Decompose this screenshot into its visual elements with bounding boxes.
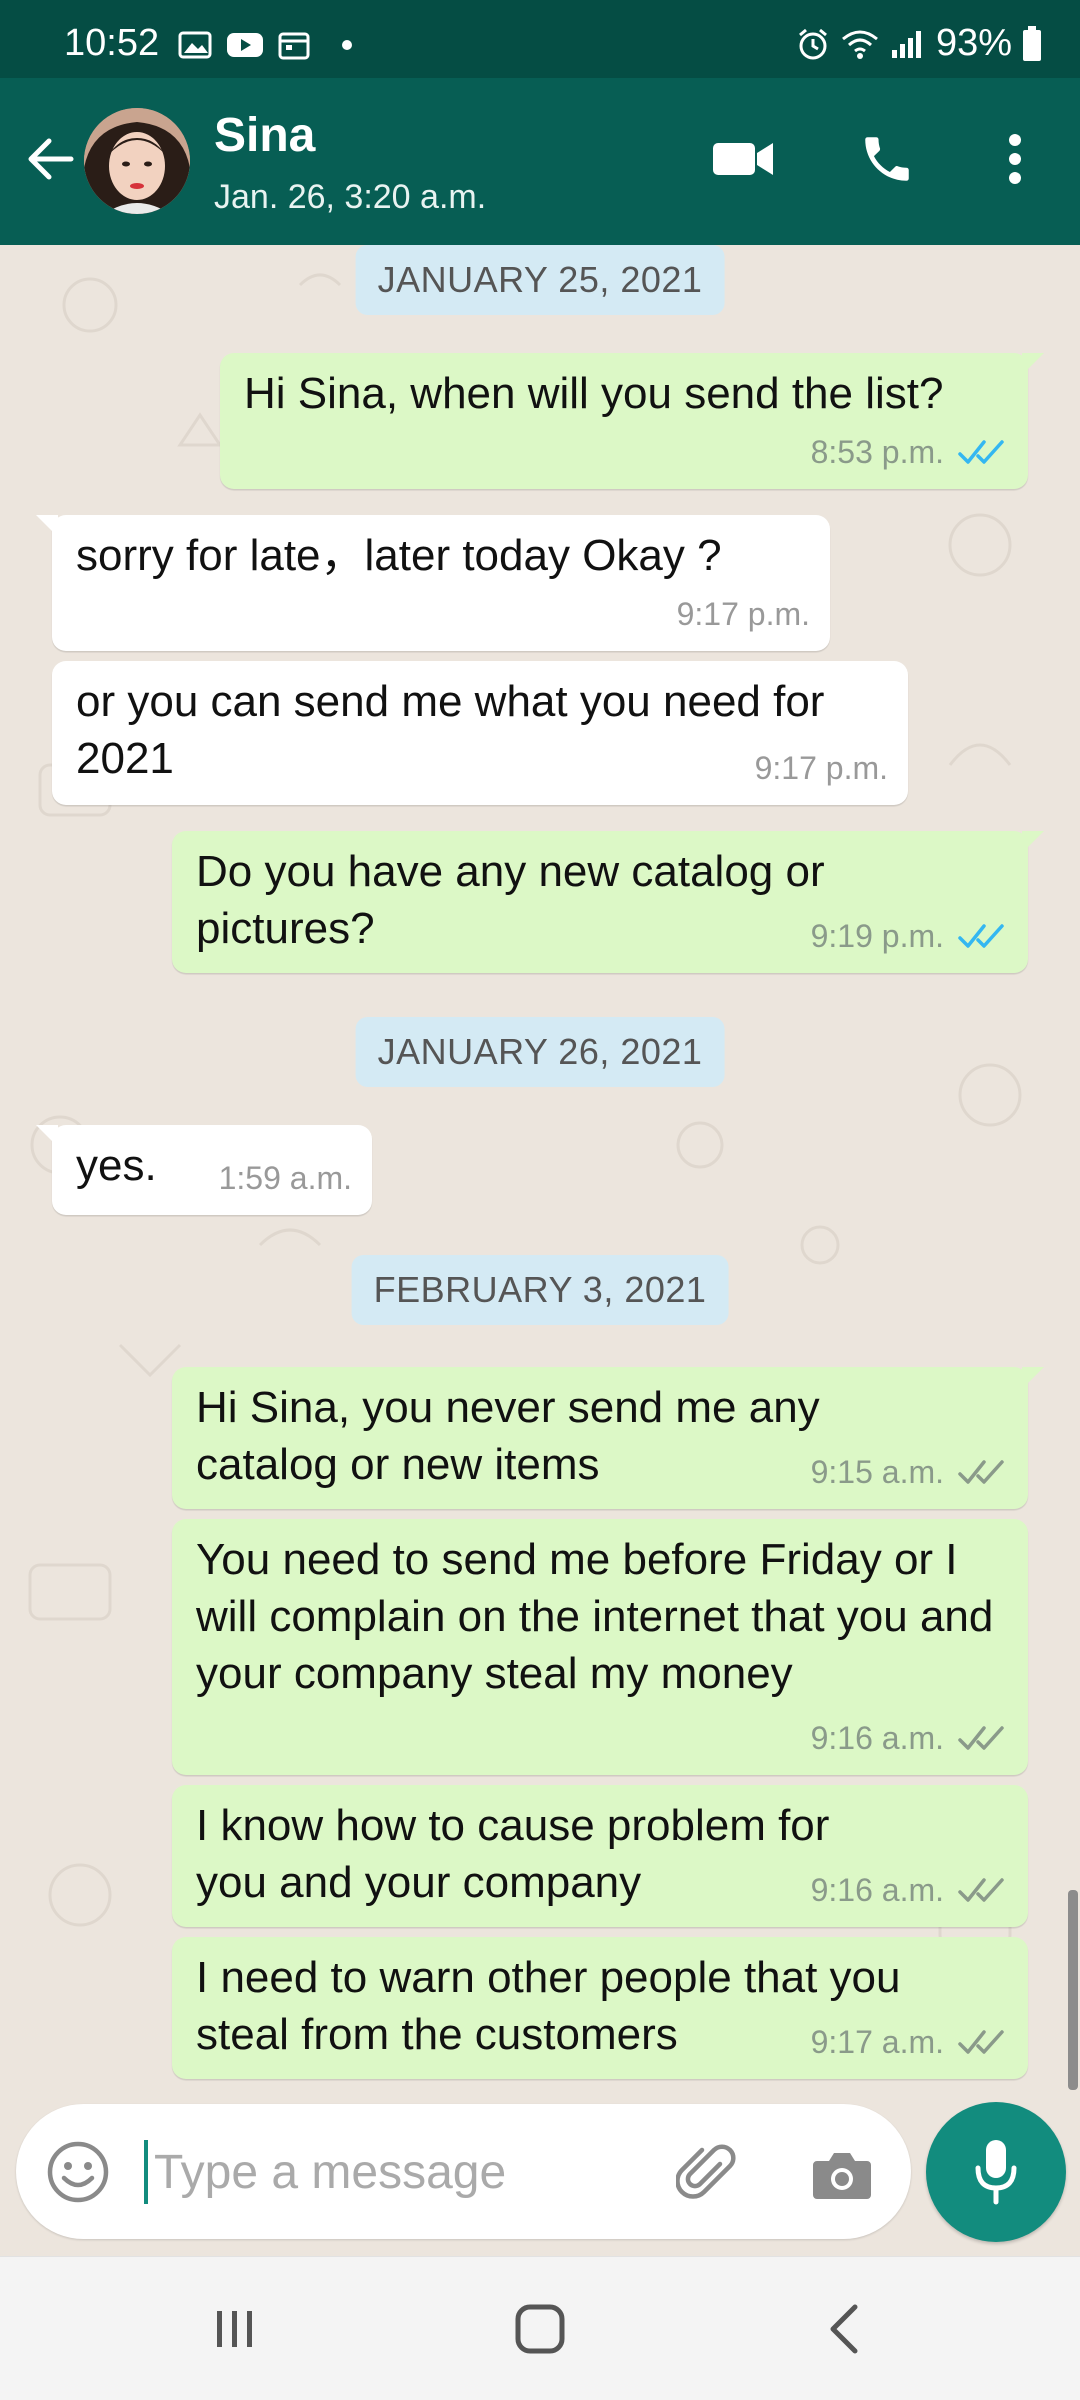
message-input[interactable] <box>154 2134 534 2210</box>
message-time: 8:53 p.m. <box>810 434 944 470</box>
phone-icon <box>865 137 909 181</box>
read-ticks-icon <box>958 439 1004 464</box>
youtube-icon <box>227 33 263 57</box>
home-icon <box>515 2304 565 2354</box>
calendar-icon <box>278 32 310 60</box>
date-divider: JANUARY 26, 2021 <box>355 1017 725 1087</box>
emoji-button[interactable] <box>44 2138 112 2206</box>
recents-button[interactable] <box>190 2289 280 2369</box>
video-call-button[interactable] <box>708 124 778 194</box>
status-time: 10:52 <box>64 22 160 64</box>
message-time: 1:59 a.m. <box>218 1160 352 1196</box>
message-text: Hi Sina, you never send me any catalog o… <box>196 1383 820 1489</box>
outgoing-message[interactable]: You need to send me before Friday or I w… <box>172 1519 1028 1775</box>
home-button[interactable] <box>495 2289 585 2369</box>
message-text: Do you have any new catalog or pictures? <box>196 847 825 953</box>
message-meta: 9:19 p.m. <box>811 908 1008 965</box>
message-meta: 1:59 a.m. <box>219 1150 352 1207</box>
text-caret <box>144 2140 148 2204</box>
emoji-icon <box>47 2141 109 2203</box>
message-meta: 8:53 p.m. <box>811 424 1008 481</box>
message-composer <box>16 2104 911 2239</box>
outgoing-message[interactable]: Do you have any new catalog or pictures?… <box>172 831 1044 973</box>
message-text: sorry for late，later today Okay ? <box>76 531 722 580</box>
date-divider: JANUARY 25, 2021 <box>355 245 725 315</box>
message-meta: 9:16 a.m. <box>811 1710 1008 1767</box>
message-meta: 9:15 a.m. <box>811 1444 1008 1501</box>
gallery-icon <box>178 31 212 59</box>
attach-button[interactable] <box>670 2136 746 2212</box>
message-time: 9:16 a.m. <box>810 1720 944 1756</box>
message-meta: 9:17 a.m. <box>811 2014 1008 2071</box>
mic-button[interactable] <box>926 2102 1066 2242</box>
incoming-message[interactable]: yes. 1:59 a.m. <box>36 1125 372 1215</box>
message-meta: 9:16 a.m. <box>811 1862 1008 1919</box>
message-time: 9:19 p.m. <box>810 918 944 954</box>
avatar[interactable] <box>84 108 190 214</box>
message-meta: 9:17 p.m. <box>755 740 888 797</box>
back-button[interactable] <box>20 124 80 194</box>
nav-back-icon <box>830 2304 858 2354</box>
last-seen: Jan. 26, 3:20 a.m. <box>214 178 487 216</box>
delivered-ticks-icon <box>958 1877 1004 1902</box>
camera-button[interactable] <box>804 2136 880 2212</box>
read-ticks-icon <box>958 923 1004 948</box>
message-time: 9:16 a.m. <box>810 1872 944 1908</box>
message-time: 9:17 p.m. <box>676 596 810 632</box>
message-text: I know how to cause problem for you and … <box>196 1801 830 1907</box>
outgoing-message[interactable]: Hi Sina, you never send me any catalog o… <box>172 1367 1044 1509</box>
system-nav-bar <box>0 2256 1080 2400</box>
contact-photo <box>84 108 190 214</box>
date-divider: FEBRUARY 3, 2021 <box>351 1255 729 1325</box>
message-text: I need to warn other people that you ste… <box>196 1953 901 2059</box>
delivered-ticks-icon <box>958 2029 1004 2054</box>
video-call-icon <box>713 143 773 175</box>
message-time: 9:17 p.m. <box>754 750 888 786</box>
status-system-icons: 93% <box>796 22 1042 65</box>
nav-back-button[interactable] <box>800 2289 890 2369</box>
delivered-ticks-icon <box>958 1725 1004 1750</box>
voice-call-button[interactable] <box>852 124 922 194</box>
status-bar: 10:52 93% <box>0 0 1080 78</box>
back-arrow-icon <box>28 138 74 180</box>
chat-area[interactable]: JANUARY 25, 2021 Hi Sina, when will you … <box>0 245 1080 2085</box>
message-text: Hi Sina, when will you send the list? <box>244 369 944 418</box>
message-time: 9:17 a.m. <box>810 2024 944 2060</box>
battery-percent: 93% <box>935 22 1012 64</box>
chat-header: Sina Jan. 26, 3:20 a.m. <box>0 78 1080 245</box>
attach-icon <box>676 2144 736 2199</box>
delivered-ticks-icon <box>958 1459 1004 1484</box>
recents-icon <box>217 2311 252 2347</box>
alarm-icon <box>798 28 827 59</box>
message-text: You need to send me before Friday or I w… <box>196 1535 994 1698</box>
more-vert-icon <box>1009 134 1021 184</box>
dot-icon <box>342 40 352 50</box>
mic-icon <box>975 2140 1017 2205</box>
incoming-message[interactable]: or you can send me what you need for 202… <box>52 661 908 805</box>
incoming-message[interactable]: sorry for late，later today Okay ? 9:17 p… <box>36 515 830 651</box>
more-options-button[interactable] <box>980 124 1050 194</box>
battery-icon <box>1023 25 1041 61</box>
outgoing-message[interactable]: Hi Sina, when will you send the list? 8:… <box>220 353 1044 489</box>
message-time: 9:15 a.m. <box>810 1454 944 1490</box>
wifi-icon <box>841 30 878 59</box>
status-notification-icons <box>178 30 352 60</box>
scrollbar[interactable] <box>1068 1890 1078 2090</box>
contact-name[interactable]: Sina <box>214 108 315 163</box>
outgoing-message[interactable]: I know how to cause problem for you and … <box>172 1785 1028 1927</box>
signal-icon <box>891 30 921 58</box>
outgoing-message[interactable]: I need to warn other people that you ste… <box>172 1937 1028 2079</box>
message-meta: 9:17 p.m. <box>677 586 810 643</box>
camera-icon <box>813 2153 871 2199</box>
